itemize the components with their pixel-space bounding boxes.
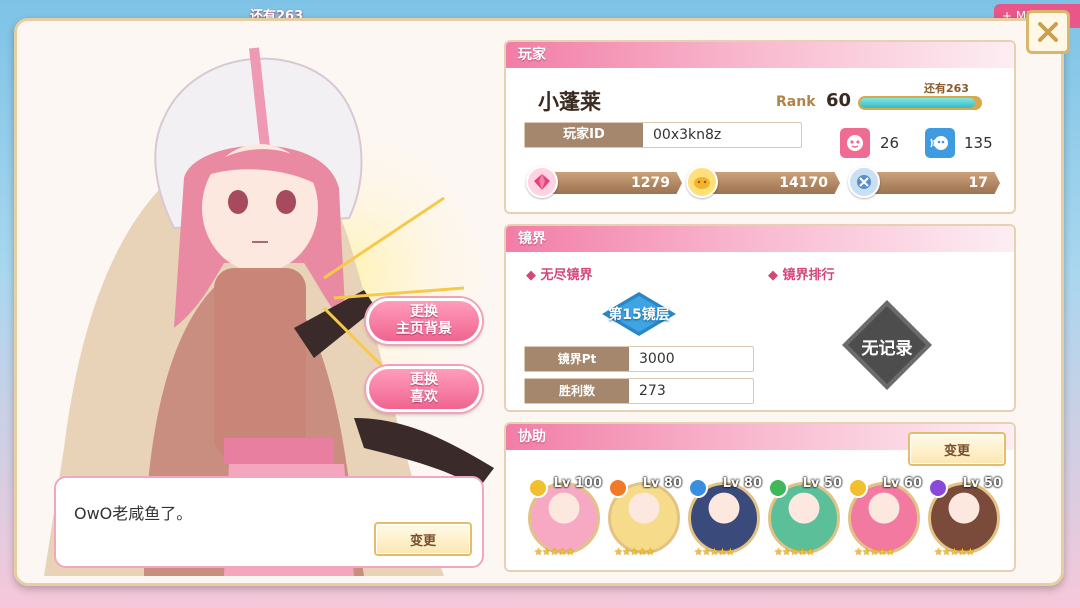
- exp-bar-fill: [860, 98, 976, 108]
- change-favorite-label-2: 喜欢: [410, 389, 438, 405]
- support-level: Lv 50: [962, 476, 1002, 491]
- mirror-wins-label: 胜利数: [525, 379, 629, 403]
- ticket-icon: [848, 166, 880, 198]
- gem-amount: 1279: [544, 172, 682, 194]
- close-icon: [1038, 22, 1058, 42]
- support-change-button[interactable]: 变更: [908, 432, 1006, 466]
- exp-bar: [858, 96, 982, 110]
- support-character-2[interactable]: Lv 80 ★★★★★: [608, 476, 682, 558]
- message-change-button[interactable]: 变更: [374, 522, 472, 556]
- close-button[interactable]: [1026, 10, 1070, 54]
- star-rating-icon: ★★★★★: [694, 547, 735, 558]
- support-card: 协助 变更 Lv 100 ★★★★★ Lv 80 ★★★★★ Lv 80 ★★★★★ Lv …: [504, 422, 1016, 572]
- exp-remaining: 还有263: [924, 82, 969, 95]
- dark-attribute-icon: [928, 478, 948, 498]
- fans-count: 135: [964, 134, 993, 152]
- mirror-card-header: 镜界: [506, 226, 1014, 252]
- mirror-floor-badge: 第15镜层: [602, 292, 676, 336]
- mirror-wins-row: 胜利数 273: [524, 378, 754, 404]
- gold-icon: [686, 166, 718, 198]
- forest-attribute-icon: [768, 478, 788, 498]
- player-card: 玩家 小蓬莱 Rank 60 还有263 玩家ID 00x3kn8z 26 13…: [504, 40, 1016, 214]
- support-level: Lv 50: [802, 476, 842, 491]
- change-background-label-2: 主页背景: [396, 321, 452, 337]
- change-background-label-1: 更换: [410, 304, 438, 320]
- support-character-5[interactable]: Lv 60 ★★★★★: [848, 476, 922, 558]
- mirror-pt-row: 镜界Pt 3000: [524, 346, 754, 372]
- support-character-4[interactable]: Lv 50 ★★★★★: [768, 476, 842, 558]
- change-background-button[interactable]: 更换 主页背景: [366, 298, 482, 344]
- support-level: Lv 80: [642, 476, 682, 491]
- support-character-6[interactable]: Lv 50 ★★★★★: [928, 476, 1002, 558]
- support-character-1[interactable]: Lv 100 ★★★★★: [528, 476, 602, 558]
- mirror-wins-value: 273: [639, 383, 666, 399]
- light-attribute-icon: [528, 478, 548, 498]
- player-name: 小蓬莱: [538, 90, 601, 114]
- water-attribute-icon: [688, 478, 708, 498]
- follow-count: 26: [880, 134, 900, 152]
- mirror-pt-label: 镜界Pt: [525, 347, 629, 371]
- player-card-header: 玩家: [506, 42, 1014, 68]
- mirror-ranking-title: ◆ 镜界排行: [768, 268, 835, 283]
- change-favorite-label-1: 更换: [410, 372, 438, 388]
- profile-message: OwO老咸鱼了。: [74, 504, 193, 523]
- star-rating-icon: ★★★★★: [934, 547, 975, 558]
- mirror-pt-value: 3000: [639, 351, 675, 367]
- mirror-ranking-title-text: 镜界排行: [782, 268, 835, 283]
- no-record-badge: 无记录: [842, 300, 932, 390]
- support-level: Lv 100: [553, 476, 602, 491]
- endless-mirror-title: ◆ 无尽镜界: [526, 268, 593, 283]
- change-favorite-button[interactable]: 更换 喜欢: [366, 366, 482, 412]
- star-rating-icon: ★★★★★: [854, 547, 895, 558]
- fans-icon: [925, 128, 955, 158]
- star-rating-icon: ★★★★★: [534, 547, 575, 558]
- endless-mirror-title-text: 无尽镜界: [540, 268, 593, 283]
- mirror-floor-text: 第15镜层: [608, 307, 670, 323]
- player-id-value: 00x3kn8z: [653, 127, 722, 143]
- player-id-row: 玩家ID 00x3kn8z: [524, 122, 802, 148]
- profile-message-box: OwO老咸鱼了。 变更: [54, 476, 484, 568]
- ticket-amount: 17: [862, 172, 1000, 194]
- star-rating-icon: ★★★★★: [614, 547, 655, 558]
- mirror-card: 镜界 ◆ 无尽镜界 ◆ 镜界排行 第15镜层 镜界Pt 3000 胜利数 273…: [504, 224, 1016, 412]
- follow-icon: [840, 128, 870, 158]
- rank-label: Rank: [776, 94, 816, 110]
- fire-attribute-icon: [608, 478, 628, 498]
- star-rating-icon: ★★★★★: [774, 547, 815, 558]
- support-level: Lv 80: [722, 476, 762, 491]
- support-character-3[interactable]: Lv 80 ★★★★★: [688, 476, 762, 558]
- no-record-text: 无记录: [861, 339, 913, 359]
- gold-amount: 14170: [702, 172, 840, 194]
- gem-icon: [526, 166, 558, 198]
- light-attribute-icon: [848, 478, 868, 498]
- rank-value: 60: [826, 90, 852, 111]
- player-id-label: 玩家ID: [525, 123, 643, 147]
- support-level: Lv 60: [882, 476, 922, 491]
